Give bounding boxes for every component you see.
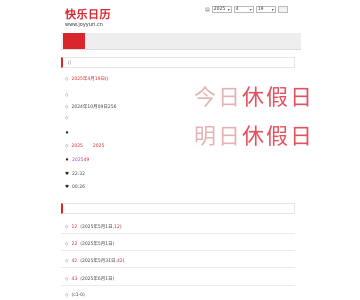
today-value: 休假日 — [242, 86, 315, 111]
tab-6[interactable] — [177, 33, 189, 49]
holiday-name: 43 — [71, 276, 78, 282]
go-button[interactable] — [277, 6, 288, 13]
diamond-icon: ♦ — [65, 158, 70, 163]
heart-icon: ♥ — [65, 185, 70, 190]
month-select[interactable]: 4 ▾ — [233, 6, 254, 13]
section-header-holidays — [61, 203, 295, 214]
divider — [61, 233, 295, 234]
diamond-icon: ◇ — [65, 93, 69, 98]
tab-3[interactable] — [109, 33, 121, 49]
row-highlight: 49 — [83, 158, 90, 163]
diamond-icon: ◇ — [65, 241, 69, 247]
diamond-icon: ♦ — [65, 131, 70, 136]
tab-7[interactable] — [197, 33, 209, 49]
diamond-icon: ◇ — [65, 258, 69, 264]
list-item: ♦ — [65, 131, 78, 136]
holiday-date: (2025年5月1日, — [80, 225, 115, 230]
row-prefix: 2024年10月09日 — [71, 105, 108, 110]
diamond-icon: ◇ — [65, 276, 69, 282]
holiday-date: (2025年5月1日) — [80, 242, 115, 247]
holiday-close: ) — [122, 258, 125, 264]
tab-4[interactable] — [133, 33, 145, 49]
holiday-date: (2025年6月1日) — [80, 277, 115, 282]
calendar-icon: ▤ — [205, 6, 210, 13]
row-prefix: 2025 — [72, 158, 84, 163]
logo[interactable]: 快乐日历 — [65, 6, 111, 22]
year-value: 2025 — [213, 7, 226, 12]
diamond-icon: ◇ — [65, 224, 69, 230]
holiday-name: 22 — [71, 241, 78, 247]
row-prefix: 2025 — [71, 144, 83, 149]
row-suffix: 2025 — [92, 144, 105, 149]
main-nav — [61, 33, 301, 50]
row-suffix: () — [105, 76, 109, 82]
heart-icon: ♥ — [65, 172, 70, 177]
row-highlight: 22:32 — [72, 172, 86, 177]
row-suffix: 256 — [107, 104, 117, 110]
list-item: ♥ 00:26 — [65, 185, 87, 190]
holiday-close: ) — [119, 224, 122, 230]
today-status: 今日休假日 — [194, 80, 314, 112]
list-item: ◇ 42 (2025年5月31日, 42 ) — [65, 258, 125, 265]
tab-5[interactable] — [157, 33, 169, 49]
divider — [61, 267, 295, 268]
divider — [61, 285, 295, 286]
holiday-name: 12 — [71, 224, 78, 230]
list-item: ♥ 22:32 — [65, 172, 87, 177]
site-url: www.joyyuri.cn — [65, 22, 103, 28]
list-item: ◇ 2024年10月09日 256 — [65, 104, 117, 111]
list-item: ◇ 22 (2025年5月1日) — [65, 241, 115, 248]
list-item: ◇ 43 (2025年6月1日) — [65, 276, 115, 283]
tomorrow-label: 明日 — [194, 125, 243, 150]
diamond-icon: ◇ — [65, 104, 69, 110]
diamond-icon: ◇ — [65, 116, 69, 121]
list-item: ◇ — [65, 93, 71, 98]
list-item: ◇ 12 (2025年5月1日, 12 ) — [65, 224, 122, 231]
row-highlight: 2025年4月19日 — [71, 77, 106, 82]
month-value: 4 — [235, 7, 239, 12]
list-item: ♦ 2025 49 — [65, 158, 89, 163]
section-header-today: () — [61, 57, 295, 68]
tab-2[interactable] — [89, 33, 101, 49]
divider — [61, 250, 295, 251]
tomorrow-value: 休假日 — [242, 125, 315, 150]
footer-text: (c1-0) — [71, 293, 85, 298]
list-item: ◇ — [65, 116, 73, 121]
tab-home[interactable] — [63, 33, 85, 49]
diamond-icon: ◇ — [65, 144, 69, 149]
holiday-name: 42 — [71, 258, 78, 264]
diamond-icon: ◇ — [65, 293, 69, 298]
list-item: ◇ 2025年4月19日 () — [65, 76, 109, 83]
day-value: 19 — [257, 7, 264, 12]
section-title: () — [68, 60, 72, 65]
list-item: ◇ (c1-0) — [65, 293, 85, 298]
diamond-icon: ◇ — [65, 76, 69, 82]
date-picker: ▤ 2025 ▾ 4 ▾ 19 ▾ — [205, 6, 288, 13]
chevron-down-icon: ▾ — [249, 7, 252, 12]
chevron-down-icon: ▾ — [271, 7, 274, 12]
year-select[interactable]: 2025 ▾ — [211, 6, 232, 13]
tomorrow-status: 明日休假日 — [194, 119, 314, 151]
today-label: 今日 — [194, 86, 243, 111]
holiday-date: (2025年5月31日, — [80, 259, 117, 264]
day-select[interactable]: 19 ▾ — [255, 6, 276, 13]
chevron-down-icon: ▾ — [227, 7, 230, 12]
list-item: ◇ 2025 2025 — [65, 144, 104, 149]
row-highlight: 00:26 — [72, 185, 86, 190]
